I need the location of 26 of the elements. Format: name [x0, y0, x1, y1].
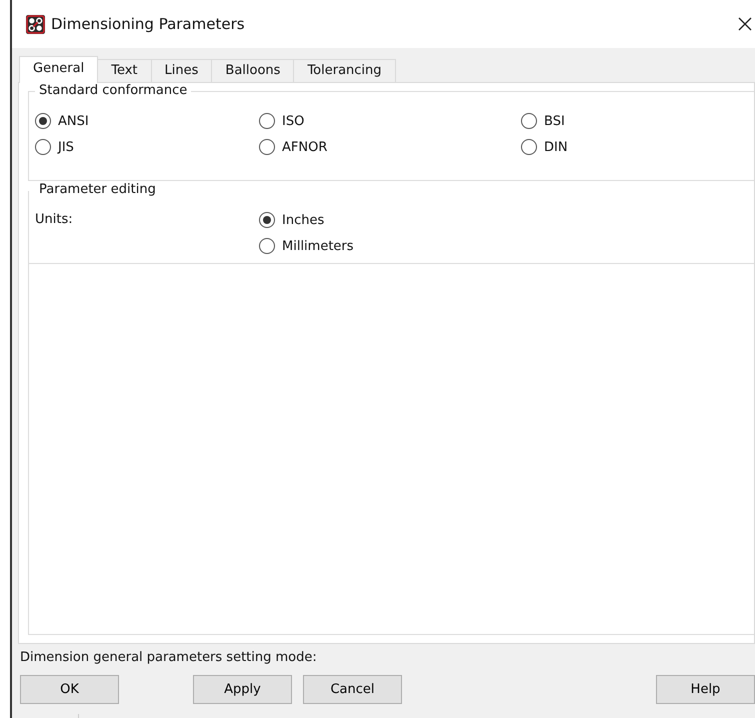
radio-label[interactable]: BSI — [544, 114, 565, 128]
tab[interactable]: Tolerancing — [293, 59, 396, 82]
dialog-button[interactable]: Help — [656, 675, 755, 704]
radio-label[interactable]: Millimeters — [282, 238, 354, 254]
radio-button[interactable] — [521, 139, 537, 155]
radio-button[interactable] — [259, 238, 275, 254]
radio-label[interactable]: JIS — [58, 140, 74, 154]
radio-button[interactable] — [35, 139, 51, 155]
field-label: Units: — [35, 211, 74, 229]
status-text: Dimension general parameters setting mode: — [19, 650, 318, 665]
dialog-button[interactable]: Apply — [193, 675, 292, 704]
radio-label[interactable]: Inches — [282, 212, 324, 228]
radio-label[interactable]: DIN — [544, 140, 568, 154]
window-title: Dimensioning Parameters — [51, 15, 246, 33]
app-logo-icon — [26, 14, 45, 34]
dialog-button[interactable]: OK — [20, 675, 119, 704]
radio-label[interactable]: ANSI — [58, 114, 89, 128]
radio-button[interactable] — [259, 113, 275, 129]
radio-label[interactable]: AFNOR — [282, 140, 328, 154]
radio-button[interactable] — [521, 113, 537, 129]
radio-button[interactable] — [259, 212, 275, 228]
dialog-button[interactable]: Cancel — [303, 675, 402, 704]
radio-label[interactable]: ISO — [282, 114, 304, 128]
radio-button[interactable] — [35, 113, 51, 129]
radio-button[interactable] — [259, 139, 275, 155]
tab[interactable]: General — [19, 56, 98, 83]
